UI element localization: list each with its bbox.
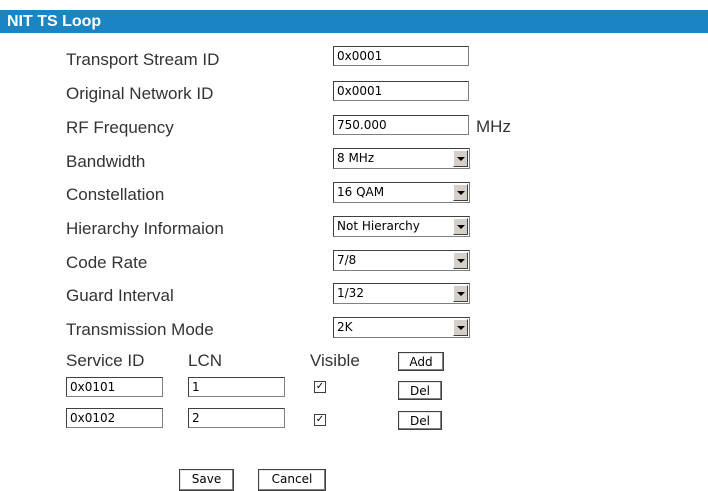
- chevron-down-icon[interactable]: [453, 319, 468, 336]
- delete-service-button[interactable]: Del: [398, 411, 442, 430]
- hierarchy-select[interactable]: Not Hierarchy: [333, 216, 470, 237]
- delete-service-button[interactable]: Del: [398, 381, 442, 400]
- rf-frequency-input[interactable]: [333, 115, 469, 135]
- onid-input[interactable]: [333, 81, 469, 101]
- panel-title: NIT TS Loop: [7, 13, 102, 30]
- transmission-mode-label: Transmission Mode: [66, 320, 214, 339]
- code-rate-label: Code Rate: [66, 253, 148, 272]
- bandwidth-value: 8 MHz: [337, 151, 375, 165]
- tsid-input[interactable]: [333, 46, 469, 66]
- service-id-input[interactable]: [66, 408, 163, 428]
- transmission-mode-select[interactable]: 2K: [333, 317, 470, 338]
- add-service-button[interactable]: Add: [398, 352, 444, 371]
- chevron-down-icon[interactable]: [453, 218, 468, 235]
- bandwidth-select[interactable]: 8 MHz: [333, 148, 470, 169]
- chevron-down-icon[interactable]: [453, 150, 468, 167]
- visible-checkbox[interactable]: ✓: [314, 414, 326, 426]
- service-id-input[interactable]: [66, 377, 163, 397]
- code-rate-value: 7/8: [337, 253, 357, 267]
- tsid-label: Transport Stream ID: [66, 50, 220, 69]
- panel-header: NIT TS Loop: [0, 10, 708, 33]
- cancel-button[interactable]: Cancel: [258, 469, 326, 491]
- lcn-input[interactable]: [188, 408, 285, 428]
- chevron-down-icon[interactable]: [453, 184, 468, 201]
- guard-interval-select[interactable]: 1/32: [333, 283, 470, 304]
- lcn-column-header: LCN: [188, 351, 223, 370]
- constellation-value: 16 QAM: [337, 185, 385, 199]
- lcn-input[interactable]: [188, 377, 285, 397]
- onid-label: Original Network ID: [66, 84, 214, 103]
- transmission-mode-value: 2K: [337, 320, 353, 334]
- code-rate-select[interactable]: 7/8: [333, 250, 470, 271]
- visible-column-header: Visible: [310, 351, 360, 370]
- chevron-down-icon[interactable]: [453, 252, 468, 269]
- chevron-down-icon[interactable]: [453, 285, 468, 302]
- constellation-select[interactable]: 16 QAM: [333, 182, 470, 203]
- hierarchy-label: Hierarchy Informaion: [66, 219, 224, 238]
- visible-checkbox[interactable]: ✓: [314, 381, 326, 393]
- hierarchy-value: Not Hierarchy: [337, 219, 420, 233]
- rf-frequency-label: RF Frequency: [66, 118, 174, 137]
- save-button[interactable]: Save: [179, 469, 234, 491]
- rf-unit-label: MHz: [476, 117, 511, 136]
- constellation-label: Constellation: [66, 185, 165, 204]
- bandwidth-label: Bandwidth: [66, 152, 146, 171]
- guard-interval-label: Guard Interval: [66, 286, 174, 305]
- service-id-column-header: Service ID: [66, 351, 145, 370]
- guard-interval-value: 1/32: [337, 286, 364, 300]
